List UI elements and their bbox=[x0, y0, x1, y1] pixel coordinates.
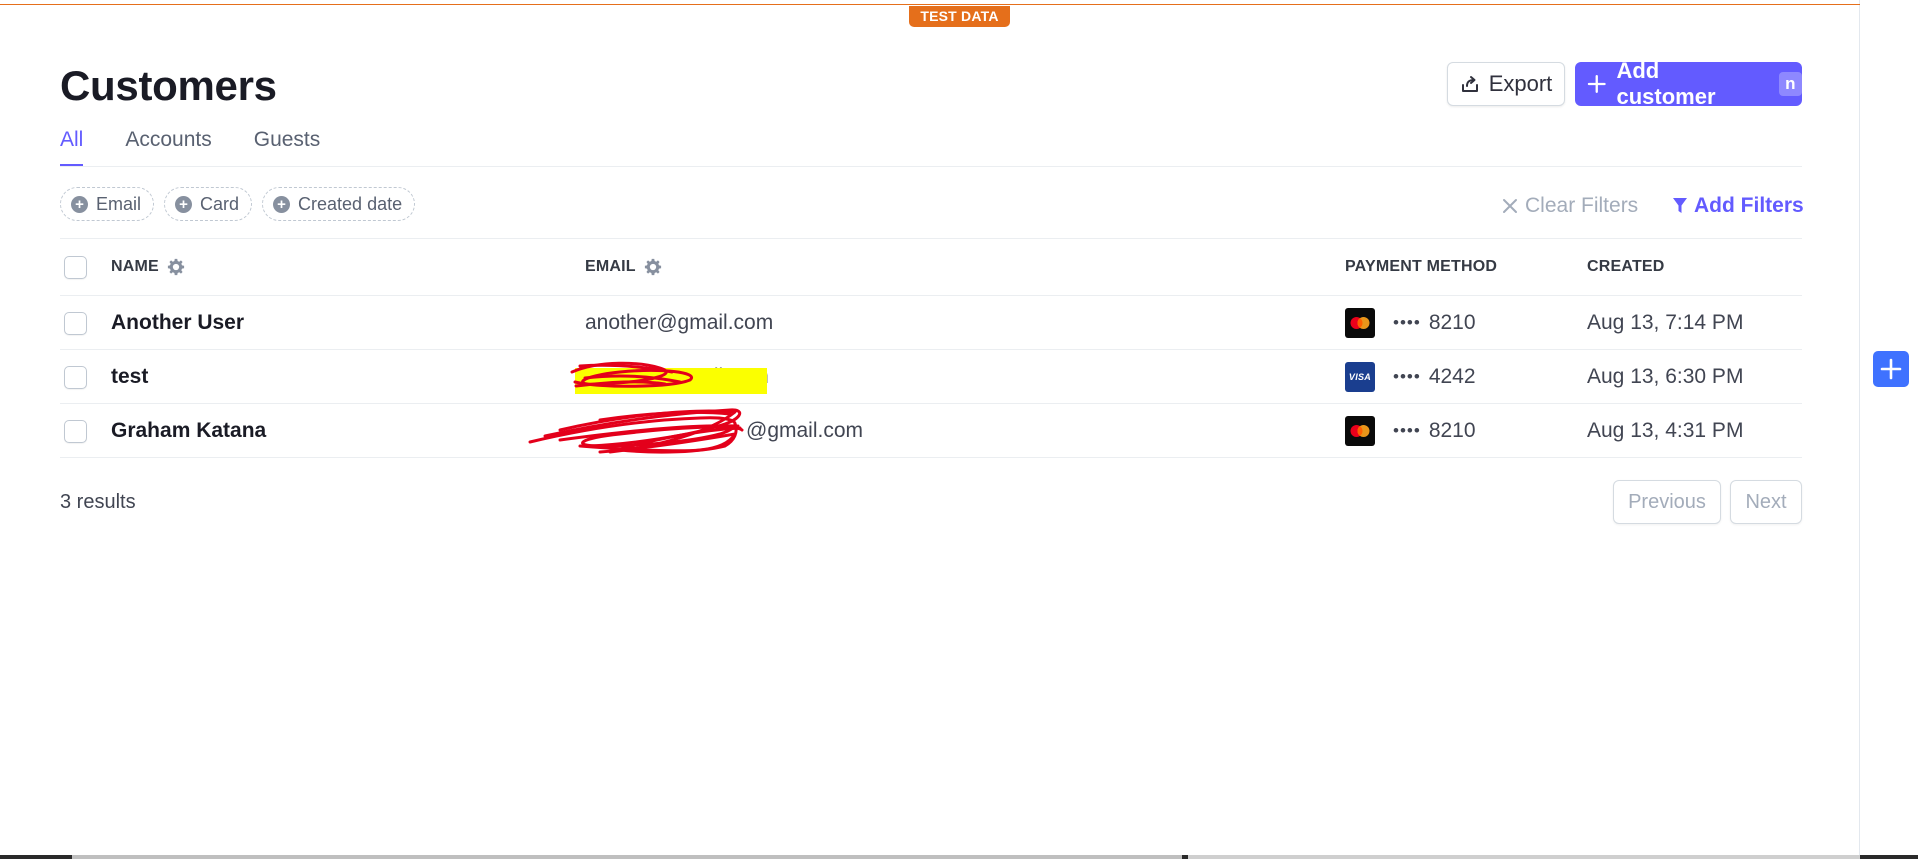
close-icon bbox=[1503, 199, 1517, 213]
payment-method: VISA •••• 4242 bbox=[1345, 350, 1476, 403]
clear-filters-button[interactable]: Clear Filters bbox=[1502, 194, 1638, 218]
filter-chips: + Email + Card + Created date bbox=[60, 187, 416, 221]
payment-method: •••• 8210 bbox=[1345, 296, 1476, 349]
filter-chip-created-date[interactable]: + Created date bbox=[262, 187, 416, 221]
customer-email: another@gmail.com bbox=[585, 310, 774, 334]
plus-icon bbox=[1880, 358, 1902, 380]
test-data-badge: TEST DATA bbox=[909, 6, 1010, 27]
filter-chip-label: Email bbox=[96, 193, 142, 214]
table-header-row: NAME EMAIL PAYMENT METHOD CREATED bbox=[60, 239, 1802, 296]
card-last4: 8210 bbox=[1428, 310, 1476, 334]
filter-chip-card[interactable]: + Card bbox=[164, 187, 253, 221]
table-row[interactable]: Another User another@gmail.com •••• 8210… bbox=[60, 296, 1802, 350]
tab-guests[interactable]: Guests bbox=[254, 128, 321, 165]
column-header-name[interactable]: NAME bbox=[111, 239, 185, 295]
customer-name: Graham Katana bbox=[111, 418, 267, 442]
export-icon bbox=[1461, 76, 1478, 92]
plus-circle-icon: + bbox=[175, 195, 193, 213]
select-all-checkbox[interactable] bbox=[64, 256, 87, 279]
card-mask: •••• bbox=[1393, 366, 1421, 386]
redaction-highlight bbox=[575, 368, 767, 394]
row-checkbox[interactable] bbox=[64, 312, 87, 335]
plus-icon bbox=[1587, 75, 1606, 93]
filter-chip-label: Created date bbox=[298, 193, 403, 214]
bottom-edge bbox=[0, 855, 1918, 859]
export-button[interactable]: Export bbox=[1447, 62, 1565, 106]
next-page-button[interactable]: Next bbox=[1730, 480, 1802, 524]
add-customer-button[interactable]: Add customer n bbox=[1575, 58, 1802, 109]
export-label: Export bbox=[1488, 71, 1553, 96]
floating-add-button[interactable] bbox=[1873, 351, 1909, 387]
mastercard-icon bbox=[1345, 307, 1375, 338]
add-filters-label: Add Filters bbox=[1694, 194, 1804, 217]
card-mask: •••• bbox=[1393, 312, 1421, 332]
table-row[interactable]: test gmail.com VISA •••• 4242 Aug 13, 6:… bbox=[60, 350, 1802, 404]
customer-name: Another User bbox=[111, 310, 245, 334]
plus-circle-icon: + bbox=[273, 195, 291, 213]
filter-chip-label: Card bbox=[200, 193, 240, 214]
card-mask: •••• bbox=[1393, 420, 1421, 440]
customer-name: test bbox=[111, 364, 149, 388]
card-last4: 8210 bbox=[1428, 418, 1476, 442]
page-title: Customers bbox=[60, 62, 277, 109]
column-header-label: EMAIL bbox=[585, 258, 636, 275]
results-count: 3 results bbox=[60, 491, 136, 513]
row-checkbox[interactable] bbox=[64, 420, 87, 443]
filter-icon bbox=[1673, 198, 1687, 213]
table-row[interactable]: Graham Katana @gmail.com •••• 8210 Aug 1… bbox=[60, 404, 1802, 458]
plus-circle-icon: + bbox=[71, 195, 88, 213]
row-checkbox[interactable] bbox=[64, 366, 87, 389]
keyboard-shortcut-badge: n bbox=[1778, 72, 1802, 96]
card-last4: 4242 bbox=[1428, 364, 1476, 388]
column-header-label: NAME bbox=[111, 258, 159, 275]
clear-filters-label: Clear Filters bbox=[1525, 194, 1639, 217]
customer-tabs: All Accounts Guests bbox=[60, 128, 321, 166]
created-date: Aug 13, 4:31 PM bbox=[1587, 418, 1744, 442]
test-mode-line bbox=[0, 4, 1860, 5]
customers-table: NAME EMAIL PAYMENT METHOD CREATED Anothe… bbox=[60, 239, 1802, 458]
customers-page: TEST DATA Customers Export Add customer … bbox=[0, 0, 1860, 859]
tabs-divider bbox=[60, 166, 1802, 167]
tab-all[interactable]: All bbox=[60, 128, 84, 166]
column-header-payment-method: PAYMENT METHOD bbox=[1345, 258, 1498, 275]
tab-accounts[interactable]: Accounts bbox=[125, 128, 211, 165]
previous-page-button[interactable]: Previous bbox=[1613, 480, 1721, 524]
filter-chip-email[interactable]: + Email bbox=[60, 187, 155, 221]
column-header-email[interactable]: EMAIL bbox=[585, 239, 662, 295]
add-filters-button[interactable]: Add Filters bbox=[1672, 194, 1804, 218]
created-date: Aug 13, 7:14 PM bbox=[1587, 310, 1744, 334]
created-date: Aug 13, 6:30 PM bbox=[1587, 364, 1744, 388]
payment-method: •••• 8210 bbox=[1345, 404, 1476, 457]
customer-email: @gmail.com bbox=[746, 418, 864, 442]
visa-icon: VISA bbox=[1345, 361, 1375, 392]
gear-icon[interactable] bbox=[644, 258, 662, 276]
add-customer-label: Add customer bbox=[1616, 58, 1716, 109]
gear-icon[interactable] bbox=[167, 258, 185, 276]
column-header-created[interactable]: CREATED bbox=[1587, 239, 1665, 295]
mastercard-icon bbox=[1345, 415, 1375, 446]
